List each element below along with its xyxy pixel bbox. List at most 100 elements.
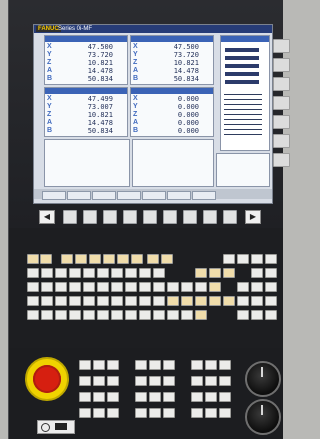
keyboard-key[interactable] [237,296,249,306]
keyboard-key[interactable] [195,282,207,292]
operator-key[interactable] [219,360,231,370]
keyboard-key[interactable] [61,254,73,264]
softkey-button[interactable] [117,191,141,200]
keyboard-key[interactable] [125,282,137,292]
keyboard-key[interactable] [89,254,101,264]
keyboard-key[interactable] [55,268,67,278]
keyboard-key[interactable] [251,268,263,278]
screen-function-key[interactable] [163,210,177,224]
operator-key[interactable] [79,376,91,386]
keyboard-key[interactable] [195,268,207,278]
keyboard-key[interactable] [27,310,39,320]
operator-key[interactable] [135,376,147,386]
keyboard-key[interactable] [125,310,137,320]
left-arrow-button[interactable]: ◀ [39,210,55,224]
keyboard-key[interactable] [161,254,173,264]
spindle-override-knob[interactable] [245,399,281,435]
keyboard-key[interactable] [125,296,137,306]
keyboard-key[interactable] [153,296,165,306]
operator-key[interactable] [191,376,203,386]
right-side-key[interactable] [273,134,290,148]
keyboard-key[interactable] [265,268,277,278]
keyboard-key[interactable] [69,310,81,320]
operator-key[interactable] [107,392,119,402]
operator-key[interactable] [93,360,105,370]
operator-key[interactable] [149,408,161,418]
screen-function-key[interactable] [63,210,77,224]
keyboard-key[interactable] [69,268,81,278]
operator-key[interactable] [149,360,161,370]
keyboard-key[interactable] [69,282,81,292]
keyboard-key[interactable] [139,296,151,306]
softkey-button[interactable] [42,191,66,200]
softkey-button[interactable] [192,191,216,200]
keyboard-key[interactable] [251,296,263,306]
keyboard-key[interactable] [27,254,39,264]
right-side-key[interactable] [273,115,290,129]
keyboard-key[interactable] [223,254,235,264]
operator-key[interactable] [135,360,147,370]
keyboard-key[interactable] [223,296,235,306]
keyboard-key[interactable] [265,254,277,264]
right-side-key[interactable] [273,77,290,91]
keyboard-key[interactable] [117,254,129,264]
keyboard-key[interactable] [27,296,39,306]
keyboard-key[interactable] [111,296,123,306]
operator-key[interactable] [79,392,91,402]
keyboard-key[interactable] [251,282,263,292]
keyboard-key[interactable] [265,310,277,320]
keyboard-key[interactable] [167,310,179,320]
operator-key[interactable] [205,360,217,370]
keyboard-key[interactable] [181,282,193,292]
screen-function-key[interactable] [83,210,97,224]
operator-key[interactable] [107,360,119,370]
operator-key[interactable] [205,376,217,386]
softkey-button[interactable] [167,191,191,200]
keyboard-key[interactable] [181,310,193,320]
keyboard-key[interactable] [181,296,193,306]
keyboard-key[interactable] [251,310,263,320]
operator-key[interactable] [107,376,119,386]
operator-key[interactable] [163,376,175,386]
keyboard-key[interactable] [147,254,159,264]
keyboard-key[interactable] [131,254,143,264]
operator-key[interactable] [191,392,203,402]
keyboard-key[interactable] [167,296,179,306]
keyboard-key[interactable] [111,268,123,278]
keyboard-key[interactable] [237,282,249,292]
feed-override-knob[interactable] [245,361,281,397]
keyboard-key[interactable] [125,268,137,278]
operator-key[interactable] [79,408,91,418]
keyboard-key[interactable] [69,296,81,306]
screen-function-key[interactable] [143,210,157,224]
operator-key[interactable] [219,392,231,402]
keyboard-key[interactable] [83,268,95,278]
operator-key[interactable] [219,408,231,418]
keyboard-key[interactable] [55,282,67,292]
operator-key[interactable] [205,392,217,402]
keyboard-key[interactable] [153,282,165,292]
operator-key[interactable] [135,408,147,418]
operator-key[interactable] [93,408,105,418]
keyboard-key[interactable] [55,296,67,306]
operator-key[interactable] [219,376,231,386]
keyboard-key[interactable] [153,268,165,278]
keyboard-key[interactable] [111,282,123,292]
keyboard-key[interactable] [27,282,39,292]
keyboard-key[interactable] [265,282,277,292]
keyboard-key[interactable] [111,310,123,320]
softkey-button[interactable] [142,191,166,200]
keyboard-key[interactable] [83,282,95,292]
keyboard-key[interactable] [41,268,53,278]
keyboard-key[interactable] [195,310,207,320]
screen-function-key[interactable] [203,210,217,224]
keyboard-key[interactable] [97,268,109,278]
screen-function-key[interactable] [183,210,197,224]
operator-key[interactable] [191,360,203,370]
keyboard-key[interactable] [153,310,165,320]
keyboard-key[interactable] [83,296,95,306]
operator-key[interactable] [79,360,91,370]
keyboard-key[interactable] [41,310,53,320]
operator-key[interactable] [191,408,203,418]
operator-key[interactable] [135,392,147,402]
